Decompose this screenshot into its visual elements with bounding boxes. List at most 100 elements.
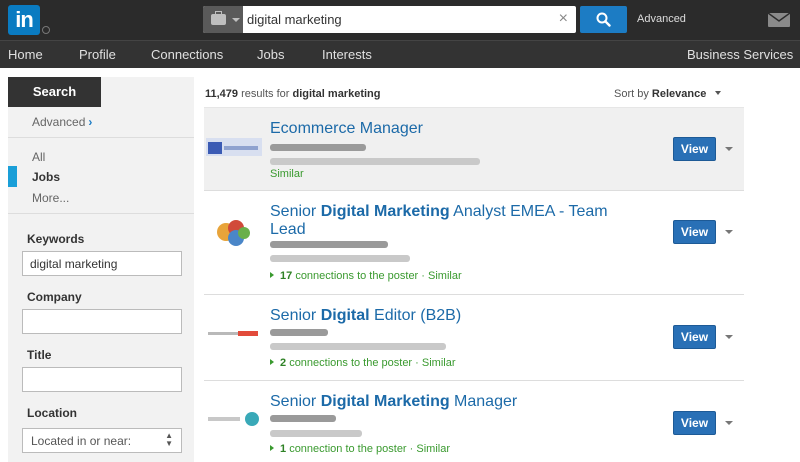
job-title-highlight: Digital: [320, 307, 370, 324]
nav-connections[interactable]: Connections: [151, 47, 223, 62]
job-title-text: Editor (B2B): [369, 307, 462, 324]
location-select[interactable]: Located in or near: ▲ ▼: [22, 428, 182, 453]
company-name-blurred: [270, 144, 366, 151]
company-logo[interactable]: [206, 307, 262, 361]
company-label: Company: [27, 290, 82, 304]
similar-link[interactable]: Similar: [428, 270, 462, 282]
linkedin-logo[interactable]: in: [8, 5, 40, 35]
job-title[interactable]: Senior Digital Editor (B2B): [270, 307, 610, 325]
job-title[interactable]: Senior Digital Marketing Analyst EMEA - …: [270, 203, 610, 239]
search-button[interactable]: [580, 6, 627, 33]
similar-link[interactable]: Similar: [422, 357, 456, 369]
company-logo[interactable]: [206, 393, 262, 447]
connections-link[interactable]: connection to the poster: [289, 443, 406, 455]
similar-link[interactable]: Similar: [416, 443, 450, 455]
job-title-text: Manager: [449, 393, 518, 410]
job-title[interactable]: Senior Digital Marketing Manager: [270, 393, 610, 411]
job-result: Senior Digital Marketing Manager 1 conne…: [204, 381, 744, 462]
type-more[interactable]: More...: [32, 191, 69, 205]
job-result: Senior Digital Editor (B2B) 2 connection…: [204, 295, 744, 380]
connections-info: 17 connections to the poster · Similar: [270, 270, 462, 282]
similar-link[interactable]: Similar: [270, 168, 304, 180]
location-select-value: Located in or near:: [31, 434, 132, 448]
results-number: 11,479: [205, 88, 239, 100]
connections-count: 1: [280, 443, 287, 455]
job-title-text: Senior: [270, 203, 321, 220]
divider: [8, 213, 194, 214]
main-nav: Home Profile Connections Jobs Interests …: [0, 40, 800, 68]
type-jobs[interactable]: Jobs: [32, 170, 60, 184]
mail-icon[interactable]: [768, 13, 790, 27]
location-blurred: [270, 430, 362, 437]
sort-dropdown[interactable]: Sort by Relevance: [614, 88, 722, 100]
results-count: 11,479 results for digital marketing: [205, 88, 381, 100]
view-button[interactable]: View: [673, 137, 716, 161]
location-blurred: [270, 255, 410, 262]
connections-link[interactable]: connections to the poster: [295, 270, 418, 282]
type-all[interactable]: All: [32, 150, 45, 164]
top-bar: in × Advanced: [0, 0, 800, 40]
company-name-blurred: [270, 241, 388, 248]
company-logo[interactable]: [206, 206, 262, 260]
view-button[interactable]: View: [673, 325, 716, 349]
job-title[interactable]: Ecommerce Manager: [270, 120, 610, 138]
location-label: Location: [27, 406, 77, 420]
job-title-text: Senior: [270, 393, 321, 410]
search-category-dropdown[interactable]: [203, 6, 243, 33]
nav-interests[interactable]: Interests: [322, 47, 372, 62]
job-title-highlight: Digital Marketing: [320, 393, 450, 410]
location-blurred: [270, 343, 446, 350]
connections-count: 2: [280, 357, 287, 369]
expand-triangle-icon[interactable]: [270, 445, 274, 451]
keywords-label: Keywords: [27, 232, 85, 246]
company-name-blurred: [270, 329, 328, 336]
chevron-down-icon[interactable]: [725, 421, 733, 425]
nav-home[interactable]: Home: [8, 47, 43, 62]
chevron-down-icon: [232, 18, 240, 22]
select-arrows-icon: ▲ ▼: [165, 431, 173, 448]
job-title-text: Ecommerce Manager: [270, 120, 423, 137]
results-query: digital marketing: [292, 88, 381, 100]
search-icon: [596, 12, 611, 27]
search-sidebar: Search Advanced › All Jobs More... Keywor…: [8, 77, 194, 462]
title-field[interactable]: [22, 367, 182, 392]
clear-icon[interactable]: ×: [559, 10, 568, 28]
title-label: Title: [27, 348, 52, 362]
nav-profile[interactable]: Profile: [79, 47, 116, 62]
view-button[interactable]: View: [673, 411, 716, 435]
company-logo[interactable]: [206, 120, 262, 174]
search-box: ×: [203, 6, 576, 33]
connections-link[interactable]: connections to the poster: [289, 357, 412, 369]
sort-value: Relevance: [651, 88, 707, 100]
selected-type-marker: [8, 166, 17, 187]
connections-count: 17: [280, 270, 293, 282]
view-button[interactable]: View: [673, 220, 716, 244]
connections-info: 2 connections to the poster · Similar: [270, 357, 456, 369]
job-result: Senior Digital Marketing Analyst EMEA - …: [204, 191, 744, 293]
advanced-link-label: Advanced: [32, 115, 86, 129]
results-suffix: results for: [241, 88, 290, 100]
nav-business-services[interactable]: Business Services: [687, 47, 793, 62]
search-input[interactable]: [247, 9, 547, 30]
search-tab[interactable]: Search: [8, 77, 101, 107]
chevron-right-icon: ›: [88, 115, 93, 129]
company-field[interactable]: [22, 309, 182, 334]
chevron-down-icon[interactable]: [725, 335, 733, 339]
expand-triangle-icon[interactable]: [270, 359, 274, 365]
nav-jobs[interactable]: Jobs: [257, 47, 284, 62]
chevron-down-icon[interactable]: [725, 147, 733, 151]
briefcase-icon: [211, 11, 226, 25]
connections-info: 1 connection to the poster · Similar: [270, 443, 450, 455]
location-blurred: [270, 158, 480, 165]
advanced-link[interactable]: Advanced ›: [32, 115, 92, 129]
expand-triangle-icon[interactable]: [270, 272, 274, 278]
divider: [8, 137, 194, 138]
registered-mark-icon: [42, 26, 50, 34]
keywords-field[interactable]: digital marketing: [22, 251, 182, 276]
job-title-text: Senior: [270, 307, 321, 324]
chevron-down-icon[interactable]: [725, 230, 733, 234]
advanced-search-link[interactable]: Advanced: [637, 13, 686, 25]
chevron-down-icon: [715, 91, 722, 95]
job-result: Ecommerce Manager Similar View: [204, 108, 744, 190]
company-name-blurred: [270, 415, 336, 422]
